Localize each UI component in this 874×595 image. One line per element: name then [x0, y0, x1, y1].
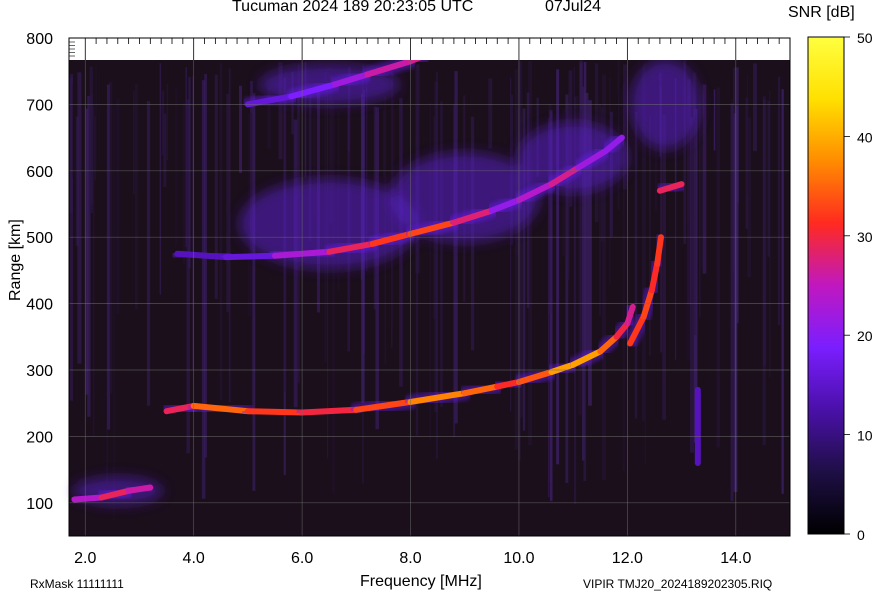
noise-streak: [383, 110, 385, 178]
colorbar-tick-label: 0: [857, 527, 865, 543]
noise-streak: [133, 91, 135, 194]
noise-streak: [113, 108, 115, 520]
noise-streak: [185, 67, 187, 248]
noise-streak: [768, 90, 771, 378]
x-tick-label: 12.0: [612, 550, 643, 567]
x-tick-label: 14.0: [720, 550, 751, 567]
x-tick-label: 10.0: [503, 550, 534, 567]
trace-segment: [244, 408, 306, 416]
colorbar-label: SNR [dB]: [788, 4, 855, 21]
noise-streak: [161, 90, 165, 156]
noise-streak: [214, 74, 218, 299]
noise-streak: [159, 63, 162, 295]
noise-streak: [239, 85, 242, 173]
noise-streak: [686, 103, 690, 361]
x-tick-label: 4.0: [183, 550, 205, 567]
noise-streak: [518, 61, 522, 461]
x-tick-label: 8.0: [399, 550, 421, 567]
noise-streak: [106, 110, 108, 484]
colorbar-tick-label: 40: [857, 129, 873, 145]
x-tick-label: 2.0: [74, 550, 96, 567]
noise-streak: [454, 71, 458, 424]
colorbar-tick-labels: 0 10 20 30 40 50: [844, 30, 873, 543]
noise-streak: [89, 66, 93, 213]
noise-streak: [85, 108, 89, 395]
noise-streak: [77, 72, 82, 364]
ionogram-chart: 2.0 4.0 6.0 8.0 10.0 12.0 14.0 100200300400500…: [26, 30, 873, 567]
file-info-label: VIPIR TMJ20_2024189202305.RIQ: [583, 577, 773, 591]
noise-streak: [201, 80, 206, 499]
noise-streak: [166, 84, 168, 161]
noise-streak: [175, 86, 178, 246]
noise-streak: [134, 84, 138, 309]
noise-streak: [146, 101, 151, 406]
noise-streak: [429, 102, 431, 440]
rxmask-label: RxMask 11111111: [30, 577, 124, 591]
y-tick-labels: 100 200 300 400 500 600 700 800: [26, 31, 53, 513]
noise-streak: [391, 99, 395, 197]
trace-segment: [223, 252, 278, 261]
noise-streak: [702, 84, 707, 274]
noise-streak: [375, 107, 379, 430]
noise-streak: [72, 84, 73, 178]
x-tick-labels: 2.0 4.0 6.0 8.0 10.0 12.0 14.0: [74, 550, 751, 567]
noise-streak: [327, 80, 329, 459]
colorbar-tick-label: 10: [857, 428, 873, 444]
noise-streak: [252, 93, 256, 491]
x-axis-label: Frequency [MHz]: [360, 573, 482, 590]
y-tick-label: 800: [26, 31, 53, 48]
noise-streak: [219, 63, 223, 401]
trace-segment: [299, 406, 360, 416]
chart-title: Tucuman 2024 189 20:23:05 UTC: [232, 0, 474, 15]
noise-streak: [116, 98, 120, 314]
chart-date: 07Jul24: [545, 0, 602, 15]
noise-streak: [514, 69, 518, 450]
noise-streak: [109, 81, 113, 394]
y-tick-label: 500: [26, 230, 53, 247]
noise-streak: [777, 76, 781, 325]
y-tick-label: 400: [26, 297, 53, 314]
trace-segment: [125, 484, 154, 494]
trace-segment: [654, 234, 664, 267]
noise-streak: [691, 118, 695, 290]
noise-streak: [713, 89, 716, 151]
noise-streak: [753, 63, 757, 152]
noise-streak: [332, 99, 335, 493]
noise-streak: [762, 96, 766, 446]
noise-streak: [93, 115, 96, 180]
colorbar: [807, 36, 845, 535]
colorbar-tick-label: 50: [857, 30, 873, 46]
noise-streak: [434, 81, 438, 412]
noise-streak: [440, 101, 443, 407]
x-tick-label: 6.0: [291, 550, 313, 567]
noise-streak: [488, 78, 493, 149]
y-tick-label: 700: [26, 97, 53, 114]
noise-streak: [781, 89, 784, 494]
noise-streak: [415, 106, 419, 436]
colorbar-tick-label: 30: [857, 229, 873, 245]
noise-streak: [228, 68, 231, 403]
noise-streak: [730, 103, 734, 502]
diffuse-echo-region: [518, 122, 629, 193]
noise-streak: [510, 77, 512, 412]
y-tick-label: 300: [26, 363, 53, 380]
noise-streak: [183, 102, 186, 265]
noise-streak: [746, 74, 749, 195]
noise-streak: [716, 87, 721, 448]
y-tick-label: 100: [26, 496, 53, 513]
noise-streak: [192, 76, 194, 370]
trace-segment: [174, 250, 230, 261]
y-tick-label: 600: [26, 164, 53, 181]
y-axis-label: Range [km]: [7, 219, 24, 301]
noise-streak: [699, 83, 703, 269]
noise-streak: [634, 112, 638, 419]
colorbar-tick-label: 20: [857, 328, 873, 344]
y-tick-label: 200: [26, 429, 53, 446]
